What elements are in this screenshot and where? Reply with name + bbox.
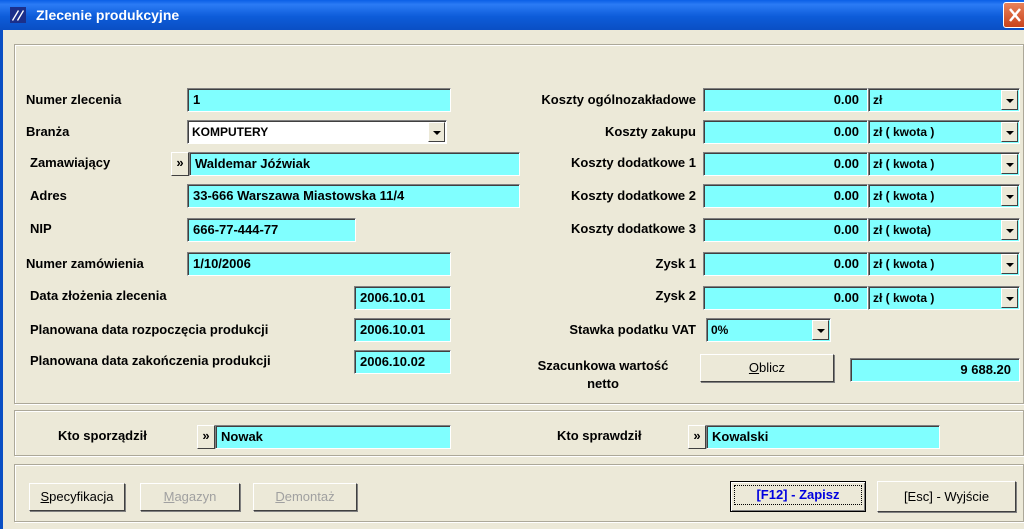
order-ref-label: Numer zamówienia [26, 256, 144, 271]
cost-unit-value: zł ( kwota ) [868, 120, 1020, 144]
cost-unit-value: zł ( kwota ) [868, 184, 1020, 208]
calculate-button[interactable]: Oblicz [700, 354, 834, 382]
profit-unit-select[interactable]: zł ( kwota ) [868, 252, 1020, 276]
chevron-down-icon[interactable] [1001, 186, 1018, 206]
close-button[interactable] [1003, 2, 1024, 28]
order-number-label: Numer zlecenia [26, 92, 122, 107]
address-label: Adres [30, 188, 67, 203]
start-date-field[interactable]: 2006.10.01 [354, 318, 451, 342]
warehouse-button[interactable]: Magazyn [140, 483, 240, 511]
window-title: Zlecenie produkcyjne [36, 7, 180, 23]
estimate-label-line2: netto [587, 376, 619, 391]
cost-unit-value: zł ( kwota) [868, 218, 1020, 242]
prepared-by-field[interactable]: Nowak [215, 425, 451, 449]
cost-label: Koszty zakupu [604, 124, 696, 139]
cost-label: Koszty ogólnozakładowe [541, 92, 696, 107]
checked-by-picker-button[interactable]: » [688, 425, 706, 449]
submit-date-field[interactable]: 2006.10.01 [354, 286, 451, 310]
specification-button[interactable]: Specyfikacja [29, 483, 125, 511]
close-icon [1009, 8, 1021, 22]
profit-value-field[interactable]: 0.00 [703, 252, 868, 276]
cost-label: Koszty dodatkowe 2 [571, 188, 696, 203]
nip-label: NIP [30, 221, 52, 236]
estimate-label: Szacunkowa wartość [537, 358, 669, 373]
profit-value-field[interactable]: 0.00 [703, 286, 868, 310]
chevron-down-icon[interactable] [1001, 90, 1018, 110]
checked-by-label: Kto sprawdził [557, 428, 642, 443]
prepared-by-picker-button[interactable]: » [197, 425, 215, 449]
calculate-button-label: blicz [759, 360, 786, 375]
end-date-label: Planowana data zakończenia produkcji [30, 353, 271, 368]
start-date-label: Planowana data rozpoczęcia produkcji [30, 322, 269, 337]
client-picker-button[interactable]: » [171, 152, 189, 176]
chevron-down-icon[interactable] [428, 122, 445, 142]
cost-unit-select[interactable]: zł ( kwota ) [868, 120, 1020, 144]
cost-unit-select[interactable]: zł ( kwota ) [868, 152, 1020, 176]
checked-by-field[interactable]: Kowalski [706, 425, 940, 449]
specification-button-label: pecyfikacja [49, 489, 114, 504]
profit-label: Zysk 2 [655, 288, 696, 303]
chevron-down-icon[interactable] [1001, 154, 1018, 174]
vat-select[interactable]: 0% [706, 318, 831, 342]
cost-unit-select[interactable]: zł ( kwota) [868, 218, 1020, 242]
cost-value-field[interactable]: 0.00 [703, 152, 868, 176]
client-label: Zamawiający [30, 155, 111, 170]
chevron-down-icon[interactable] [1001, 288, 1018, 308]
exit-button[interactable]: [Esc] - Wyjście [877, 481, 1016, 512]
cost-value-field[interactable]: 0.00 [703, 120, 868, 144]
cost-unit-select[interactable]: zł [868, 88, 1020, 112]
cost-unit-value: zł ( kwota ) [868, 152, 1020, 176]
industry-value: KOMPUTERY [187, 120, 447, 144]
cost-label: Koszty dodatkowe 1 [571, 155, 696, 170]
cost-value-field[interactable]: 0.00 [703, 88, 868, 112]
warehouse-button-label: agazyn [174, 489, 217, 504]
disassembly-button[interactable]: Demontaż [253, 483, 357, 511]
nip-field[interactable]: 666-77-444-77 [187, 218, 356, 242]
prepared-by-label: Kto sporządził [58, 428, 147, 443]
chevron-down-icon[interactable] [1001, 254, 1018, 274]
cost-unit-select[interactable]: zł ( kwota ) [868, 184, 1020, 208]
order-number-field[interactable]: 1 [187, 88, 451, 112]
industry-select[interactable]: KOMPUTERY [187, 120, 447, 144]
cost-value-field[interactable]: 0.00 [703, 184, 868, 208]
profit-unit-select[interactable]: zł ( kwota ) [868, 286, 1020, 310]
submit-date-label: Data złożenia zlecenia [30, 288, 167, 303]
cost-label: Koszty dodatkowe 3 [571, 221, 696, 236]
vat-label: Stawka podatku VAT [569, 322, 696, 337]
save-button-label: [F12] - Zapisz [734, 485, 862, 505]
chevron-down-icon[interactable] [1001, 220, 1018, 240]
profit-unit-value: zł ( kwota ) [868, 286, 1020, 310]
title-bar[interactable]: Zlecenie produkcyjne [0, 0, 1024, 30]
order-ref-field[interactable]: 1/10/2006 [187, 252, 451, 276]
end-date-field[interactable]: 2006.10.02 [354, 350, 451, 374]
cost-value-field[interactable]: 0.00 [703, 218, 868, 242]
app-icon [10, 7, 26, 23]
chevron-down-icon[interactable] [812, 320, 829, 340]
industry-label: Branża [26, 124, 70, 139]
disassembly-button-label: emontaż [284, 489, 335, 504]
profit-label: Zysk 1 [655, 256, 696, 271]
save-button[interactable]: [F12] - Zapisz [730, 481, 866, 512]
estimate-value-field[interactable]: 9 688.20 [850, 358, 1020, 382]
chevron-down-icon[interactable] [1001, 122, 1018, 142]
profit-unit-value: zł ( kwota ) [868, 252, 1020, 276]
cost-unit-value: zł [868, 88, 1020, 112]
